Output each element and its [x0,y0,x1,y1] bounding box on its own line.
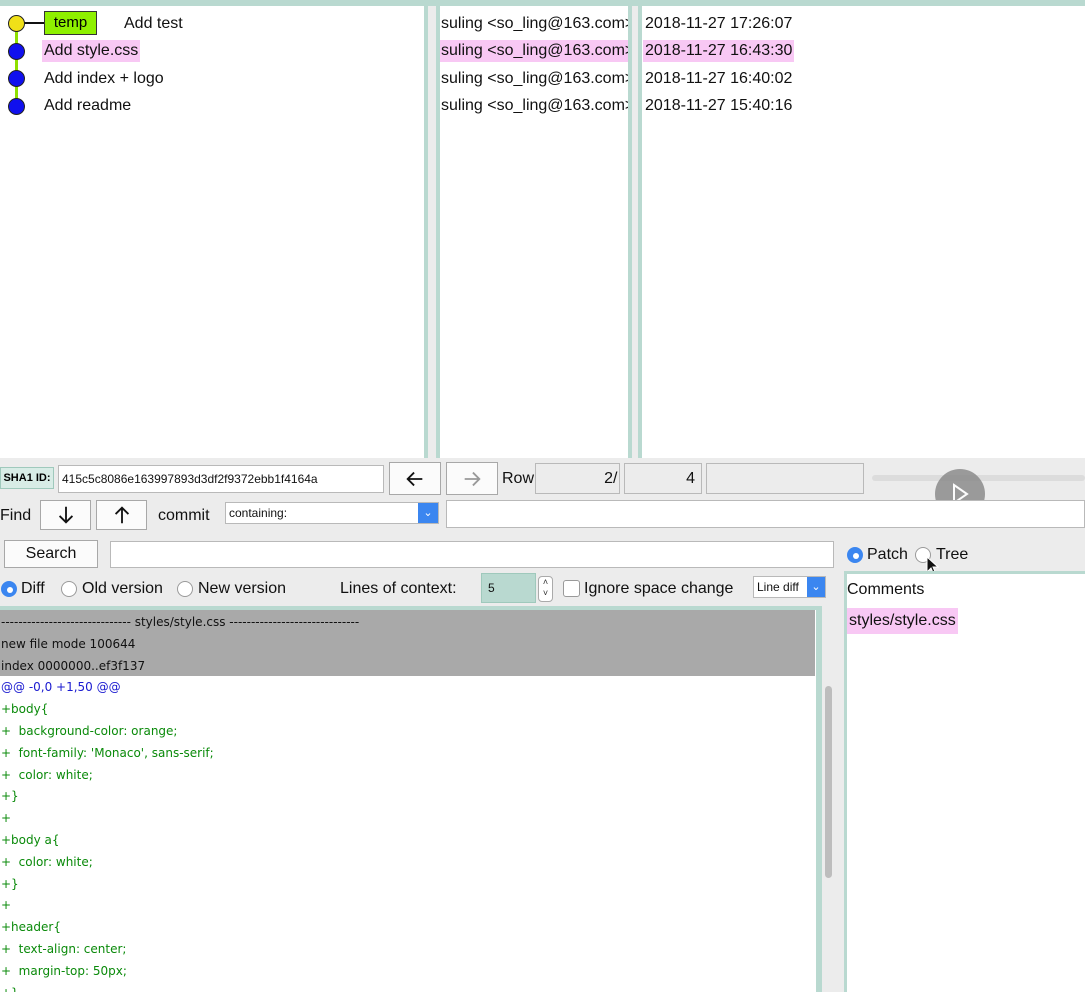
find-mode-select[interactable]: containing: ⌄ [225,502,439,524]
commit-message-selected[interactable]: Add style.css [42,40,141,62]
sha1-label: SHA1 ID: [0,467,54,489]
find-next-button[interactable] [40,500,91,530]
diff-hunk-line: @@ -0,0 +1,50 @@ [1,680,121,695]
tree-label: Tree [936,546,969,563]
ignore-space-checkbox[interactable] [563,580,580,597]
diff-radio[interactable] [1,581,17,597]
diff-header-line: new file mode 100644 [1,636,136,651]
branch-tag-temp[interactable]: temp [44,11,97,35]
diff-added-line: + text-align: center; [1,942,127,956]
diff-added-line: +} [1,876,19,891]
diff-added-line: + margin-top: 50px; [1,963,127,978]
back-button[interactable] [389,462,441,495]
forward-button[interactable] [446,462,498,495]
find-type-label: commit [158,507,210,524]
context-lines-spinner[interactable]: 5 [481,573,536,603]
row-separator: / [613,470,618,487]
spinner-stepper-icon[interactable]: ˄ ˅ [538,576,553,602]
patch-label: Patch [867,546,908,563]
diff-added-line: +} [1,789,19,804]
diff-added-line: + background-color: orange; [1,724,178,738]
chevron-down-icon: ⌄ [418,503,438,523]
commit-graph-line [15,24,18,108]
commit-date[interactable]: 2018-11-27 15:40:16 [645,95,792,117]
arrow-left-icon [406,471,423,486]
file-list-pane[interactable]: Comments styles/style.css [844,571,1085,992]
arrow-up-icon [114,506,129,524]
find-mode-value: containing: [229,506,288,520]
diff-added-line: + [1,898,12,913]
diff-added-line: + [1,811,12,826]
line-diff-select[interactable]: Line diff ⌄ [753,576,826,598]
commit-author[interactable]: suling <so_ling@163.com> [441,13,628,35]
commit-date-selected[interactable]: 2018-11-27 16:43:30 [643,40,795,62]
diff-added-line: +} [1,983,19,992]
commit-date[interactable]: 2018-11-27 17:26:07 [645,13,792,35]
row-total-field: 4 [624,463,702,494]
diff-added-line: +body a{ [1,833,60,847]
commit-dot[interactable] [8,15,25,32]
patch-radio[interactable] [847,547,863,563]
commit-message[interactable]: Add index + logo [44,68,164,90]
file-list-item[interactable]: styles/style.css [847,608,958,634]
date-list-pane[interactable]: 2018-11-27 17:26:07 2018-11-27 16:43:30 … [638,6,1085,458]
commit-dot[interactable] [8,98,25,115]
diff-added-line: + color: white; [1,767,93,782]
ignore-space-label: Ignore space change [584,580,734,597]
diff-added-line: +header{ [1,920,61,935]
commit-message[interactable]: Add readme [44,95,131,117]
chevron-down-icon: ⌄ [807,577,825,597]
row-number-field[interactable]: 2 [535,463,620,494]
diff-added-line: + color: white; [1,854,93,869]
old-version-radio[interactable] [61,581,77,597]
new-version-label: New version [198,580,287,597]
progress-field [706,463,864,494]
commit-author-selected[interactable]: suling <so_ling@163.com> [440,40,628,62]
diff-header-line: index 0000000..ef3f137 [1,658,146,673]
author-list-pane[interactable]: suling <so_ling@163.com> suling <so_ling… [436,6,632,458]
commit-date[interactable]: 2018-11-27 16:40:02 [645,68,792,90]
find-query-input[interactable] [446,500,1085,528]
search-input[interactable] [110,541,834,568]
arrow-right-icon [464,471,481,486]
commit-author[interactable]: suling <so_ling@163.com> [441,68,628,90]
lines-of-context-label: Lines of context: [340,580,457,597]
search-button[interactable]: Search [4,540,98,568]
sha1-id-field[interactable]: 415c5c8086e163997893d3df2f9372ebb1f4164a [58,465,384,493]
arrow-down-icon [58,506,73,524]
diff-scrollbar-thumb[interactable] [825,686,832,878]
diff-added-line: +body{ [1,702,49,717]
find-prev-button[interactable] [96,500,147,530]
line-diff-value: Line diff [757,580,799,594]
diff-added-line: + font-family: 'Monaco', sans-serif; [1,745,214,760]
diff-pane[interactable]: ------------------------------ styles/st… [0,606,822,992]
diff-label: Diff [21,580,45,597]
commit-message[interactable]: Add test [124,13,183,35]
diff-header-line: ------------------------------ styles/st… [1,615,360,629]
old-version-label: Old version [82,580,163,597]
commit-author[interactable]: suling <so_ling@163.com> [441,95,628,117]
new-version-radio[interactable] [177,581,193,597]
row-label: Row [502,470,535,487]
branch-connector-line [24,22,46,24]
find-label: Find [0,507,32,524]
commit-dot[interactable] [8,70,25,87]
commit-list-pane[interactable]: temp Add test Add style.css Add index + … [0,6,428,458]
commit-dot[interactable] [8,43,25,60]
file-list-header: Comments [847,581,925,598]
